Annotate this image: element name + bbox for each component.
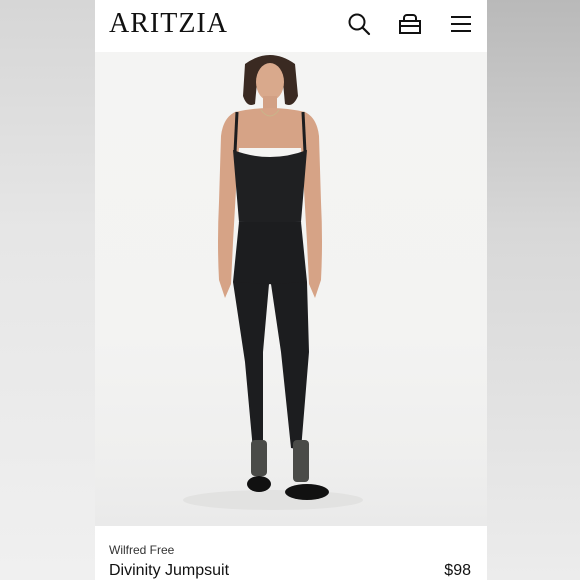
background-left — [0, 0, 95, 580]
product-brand[interactable]: Wilfred Free — [109, 543, 174, 557]
product-info: Wilfred Free Divinity Jumpsuit $98 — [95, 526, 487, 580]
product-image[interactable] — [95, 52, 487, 526]
search-icon[interactable] — [346, 11, 372, 37]
product-card: ARITZIA Wilfred Free Divinity Jumpsuit $… — [95, 0, 487, 580]
background-right — [487, 0, 580, 580]
bag-icon[interactable] — [397, 11, 423, 37]
model-illustration — [183, 55, 363, 510]
menu-icon[interactable] — [448, 11, 474, 37]
brand-logo[interactable]: ARITZIA — [109, 7, 228, 41]
product-name[interactable]: Divinity Jumpsuit — [109, 562, 229, 580]
product-price: $98 — [444, 562, 471, 579]
site-header: ARITZIA — [95, 0, 487, 50]
